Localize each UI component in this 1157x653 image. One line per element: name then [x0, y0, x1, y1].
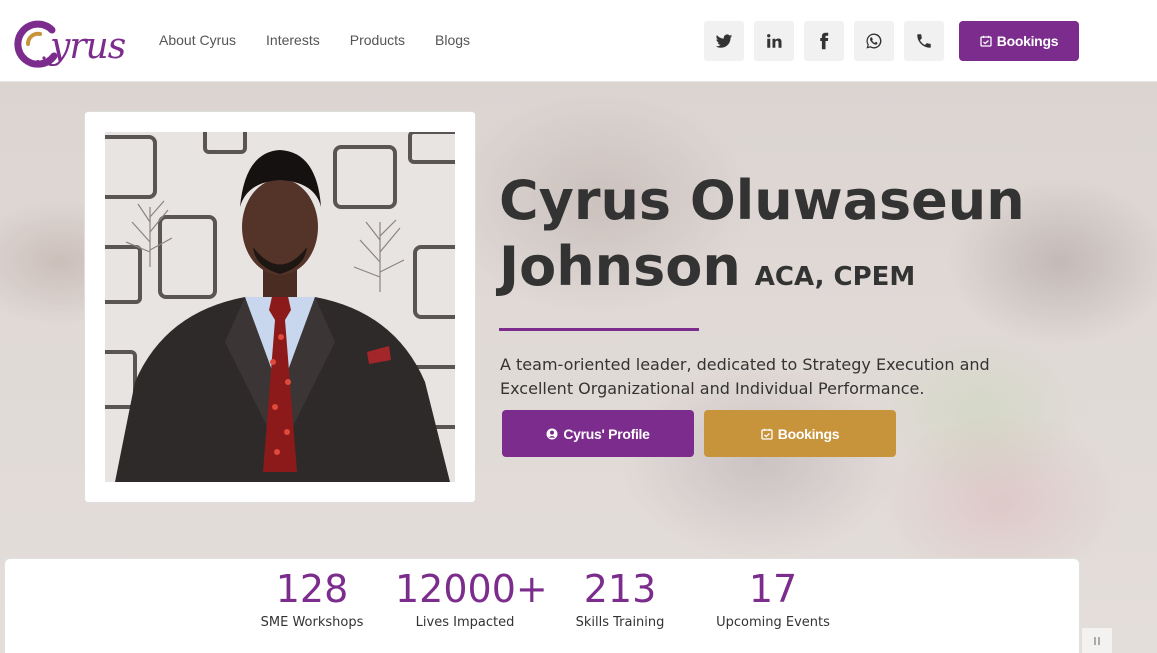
hero-name: Cyrus Oluwaseun Johnson ACA, CPEM	[499, 168, 1025, 310]
portrait-photo	[105, 132, 455, 482]
stat-label: Skills Training	[575, 615, 665, 630]
linkedin-icon	[767, 34, 782, 48]
facebook-link[interactable]	[804, 21, 844, 61]
nav-interests[interactable]: Interests	[266, 32, 320, 48]
phone-icon	[917, 34, 931, 48]
hero-tagline: A team-oriented leader, dedicated to Str…	[500, 355, 990, 398]
linkedin-link[interactable]	[754, 21, 794, 61]
header-bookings-label: Bookings	[996, 33, 1059, 49]
whatsapp-link[interactable]	[854, 21, 894, 61]
stat-upcoming-events: 17 Upcoming Events	[711, 567, 835, 630]
stat-value: 213	[583, 567, 657, 611]
stat-lives-impacted: 12000+ Lives Impacted	[395, 567, 548, 630]
user-circle-icon	[546, 428, 558, 439]
pause-icon	[1098, 636, 1100, 645]
hero-name-line1: Cyrus Oluwaseun	[499, 169, 1025, 232]
facebook-icon	[820, 32, 829, 50]
profile-button[interactable]: Cyrus' Profile	[502, 410, 694, 457]
calendar-check-icon	[761, 428, 773, 440]
site-header: yrus About Cyrus Interests Products Blog…	[0, 0, 1157, 82]
hero-credentials: ACA, CPEM	[754, 262, 916, 292]
social-links	[704, 21, 954, 61]
pause-button[interactable]	[1082, 628, 1112, 653]
stat-label: SME Workshops	[260, 615, 364, 630]
pause-icon	[1094, 636, 1096, 645]
twitter-icon	[715, 34, 733, 48]
profile-button-label: Cyrus' Profile	[563, 425, 650, 442]
stat-value: 17	[748, 567, 798, 611]
logo[interactable]: yrus	[14, 18, 126, 76]
main-nav: About Cyrus Interests Products Blogs	[159, 32, 500, 48]
calendar-check-icon	[980, 35, 992, 47]
hero-name-line2-wrapper: Johnson ACA, CPEM	[499, 234, 1025, 310]
nav-about[interactable]: About Cyrus	[159, 32, 236, 48]
stat-value: 128	[275, 567, 349, 611]
stat-label: Lives Impacted	[415, 615, 515, 630]
stat-value: 12000+	[395, 567, 548, 611]
phone-link[interactable]	[904, 21, 944, 61]
stats-panel: 128 SME Workshops 12000+ Lives Impacted …	[4, 558, 1080, 653]
nav-blogs[interactable]: Blogs	[435, 32, 470, 48]
portrait-card	[84, 111, 476, 503]
logo-text: yrus	[50, 26, 126, 67]
stat-skills-training: 213 Skills Training	[565, 567, 675, 630]
stat-label: Upcoming Events	[716, 615, 830, 630]
whatsapp-icon	[866, 33, 882, 49]
hero-bookings-label: Bookings	[777, 425, 840, 442]
hero-bookings-button[interactable]: Bookings	[704, 410, 896, 457]
twitter-link[interactable]	[704, 21, 744, 61]
portrait-image	[105, 132, 455, 482]
hero-name-line2: Johnson	[499, 235, 741, 298]
stat-sme-workshops: 128 SME Workshops	[257, 567, 367, 630]
header-bookings-button[interactable]: Bookings	[959, 21, 1079, 61]
nav-products[interactable]: Products	[350, 32, 405, 48]
name-underline	[499, 328, 699, 331]
